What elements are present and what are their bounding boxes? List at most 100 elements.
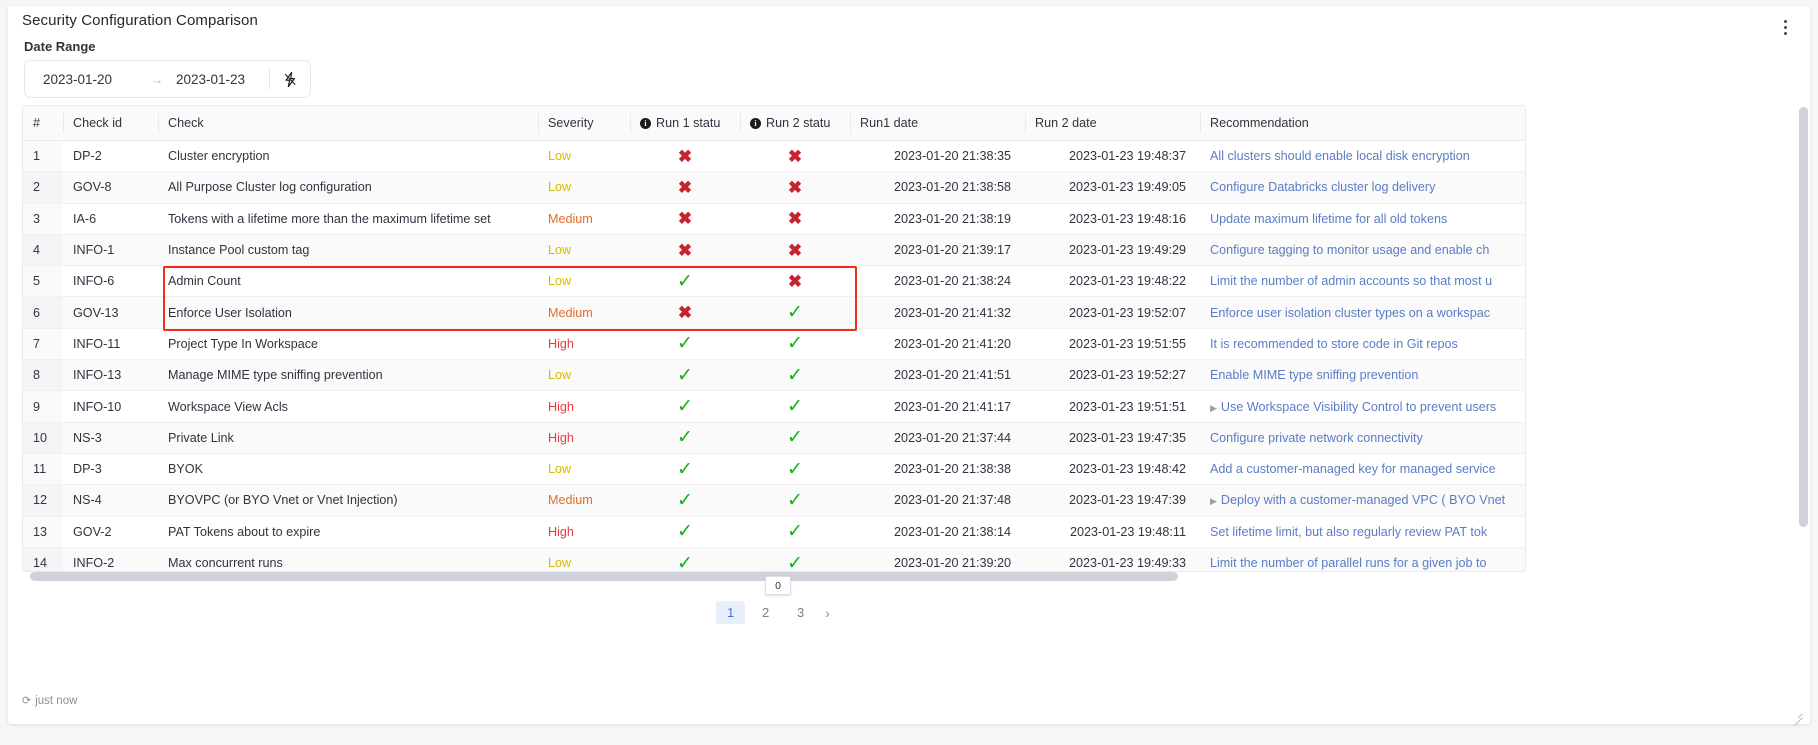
- lightning-bolt-icon[interactable]: [270, 71, 310, 87]
- check-id-cell: GOV-8: [63, 171, 158, 204]
- table-vertical-scrollbar[interactable]: [1799, 107, 1808, 567]
- recommendation-cell: Enforce user isolation cluster types on …: [1200, 296, 1525, 329]
- status-pass-icon: ✓: [787, 552, 803, 572]
- info-icon[interactable]: i: [750, 118, 761, 129]
- severity-badge: Low: [548, 556, 572, 570]
- column-header-run2-status[interactable]: i Run 2 statu: [740, 106, 850, 141]
- recommendation-link[interactable]: Enforce user isolation cluster types on …: [1210, 306, 1490, 320]
- column-header-severity[interactable]: Severity: [538, 106, 630, 141]
- severity-badge: Medium: [548, 211, 593, 226]
- severity-badge: Low: [548, 274, 572, 289]
- table-row[interactable]: 13 GOV-2 PAT Tokens about to expire High ✓ ✓ 2…: [23, 516, 1525, 548]
- run1-date-cell: 2023-01-20 21:41:32: [850, 296, 1025, 329]
- pagination-next-button[interactable]: ›: [825, 605, 830, 621]
- recommendation-link[interactable]: Limit the number of admin accounts so th…: [1210, 274, 1492, 288]
- severity-badge: High: [548, 399, 574, 414]
- recommendation-cell: ▶ Use Workspace Visibility Control to pre…: [1200, 390, 1525, 423]
- column-header-check[interactable]: Check: [158, 106, 538, 141]
- table-row[interactable]: 2 GOV-8 All Purpose Cluster log configurat…: [23, 171, 1525, 204]
- run1-date-cell: 2023-01-20 21:38:35: [850, 140, 1025, 173]
- pagination-page-2[interactable]: 2: [751, 601, 780, 624]
- check-id-cell: INFO-11: [63, 328, 158, 361]
- date-range-label: Date Range: [24, 39, 96, 54]
- date-range-end[interactable]: 2023-01-23: [176, 72, 269, 87]
- recommendation-link[interactable]: Configure private network connectivity: [1210, 431, 1423, 445]
- run1-status-cell: ✓: [630, 359, 740, 392]
- recommendation-cell: Add a customer-managed key for managed s…: [1200, 453, 1525, 486]
- table-row[interactable]: 6 GOV-13 Enforce User Isolation Medium ✖ ✓ 202…: [23, 296, 1525, 329]
- table-row[interactable]: 5 INFO-6 Admin Count Low ✓ ✖ 2023-01-20 21:38:…: [23, 265, 1525, 298]
- recommendation-link[interactable]: Update maximum lifetime for all old toke…: [1210, 212, 1447, 226]
- column-header-recommendation[interactable]: Recommendation: [1200, 106, 1525, 141]
- kebab-menu-icon[interactable]: [1776, 14, 1794, 40]
- recommendation-cell: Limit the number of parallel runs for a …: [1200, 547, 1525, 571]
- comparison-table: # Check id Check Severity i Run 1 statu i…: [23, 106, 1525, 572]
- table-row[interactable]: 11 DP-3 BYOK Low ✓ ✓ 2023-01-20 21:38:38 2023-0…: [23, 453, 1525, 486]
- table-header: # Check id Check Severity i Run 1 statu i…: [23, 106, 1525, 141]
- recommendation-link[interactable]: Enable MIME type sniffing prevention: [1210, 368, 1418, 382]
- table-row[interactable]: 7 INFO-11 Project Type In Workspace High ✓ ✓ 2…: [23, 328, 1525, 361]
- row-index-cell: 9: [23, 390, 63, 423]
- table-row[interactable]: 10 NS-3 Private Link High ✓ ✓ 2023-01-20 21:37…: [23, 422, 1525, 454]
- date-range-start[interactable]: 2023-01-20: [43, 72, 138, 87]
- row-index-cell: 10: [23, 422, 63, 454]
- pagination: 1 2 3 ›: [8, 601, 1538, 624]
- run1-date-cell: 2023-01-20 21:41:20: [850, 328, 1025, 361]
- date-range-input[interactable]: 2023-01-20 → 2023-01-23: [24, 60, 311, 98]
- run1-date-cell: 2023-01-20 21:38:58: [850, 171, 1025, 204]
- severity-badge: Medium: [548, 493, 593, 508]
- run2-status-cell: ✖: [740, 171, 850, 204]
- resize-handle-icon[interactable]: [1792, 707, 1803, 718]
- severity-badge: Medium: [548, 305, 593, 320]
- table-row[interactable]: 14 INFO-2 Max concurrent runs Low ✓ ✓ 2023-01-…: [23, 547, 1525, 572]
- scroll-position-tooltip: 0: [765, 576, 791, 595]
- severity-cell: Low: [538, 234, 630, 267]
- info-icon[interactable]: i: [640, 118, 651, 129]
- recommendation-link[interactable]: Limit the number of parallel runs for a …: [1210, 556, 1487, 570]
- scrollbar-thumb[interactable]: [1799, 107, 1808, 527]
- run1-status-cell: ✖: [630, 203, 740, 235]
- check-name-cell: Admin Count: [158, 265, 538, 298]
- run1-status-cell: ✓: [630, 516, 740, 548]
- expand-triangle-icon[interactable]: ▶: [1210, 496, 1217, 506]
- table-row[interactable]: 12 NS-4 BYOVPC (or BYO Vnet or Vnet Inject…: [23, 484, 1525, 517]
- column-header-run2-date[interactable]: Run 2 date: [1025, 106, 1200, 141]
- scrollbar-thumb[interactable]: [30, 572, 1178, 581]
- column-header-index[interactable]: #: [23, 106, 63, 141]
- comparison-table-container[interactable]: # Check id Check Severity i Run 1 statu i…: [22, 105, 1526, 572]
- page-title: Security Configuration Comparison: [22, 12, 258, 29]
- run1-date-cell: 2023-01-20 21:39:20: [850, 547, 1025, 571]
- row-index-cell: 14: [23, 547, 63, 571]
- severity-badge: High: [548, 524, 574, 539]
- table-row[interactable]: 4 INFO-1 Instance Pool custom tag Low ✖ ✖ 2023…: [23, 234, 1525, 267]
- run2-status-cell: ✓: [740, 296, 850, 329]
- table-row[interactable]: 3 IA-6 Tokens with a lifetime more than th…: [23, 203, 1525, 235]
- expand-triangle-icon[interactable]: ▶: [1210, 403, 1217, 413]
- run2-date-cell: 2023-01-23 19:47:35: [1025, 422, 1200, 454]
- check-id-cell: INFO-6: [63, 265, 158, 298]
- pagination-page-3[interactable]: 3: [786, 601, 815, 624]
- recommendation-link[interactable]: Deploy with a customer-managed VPC ( BYO…: [1221, 493, 1505, 507]
- column-header-run1-date[interactable]: Run1 date: [850, 106, 1025, 141]
- recommendation-link[interactable]: All clusters should enable local disk en…: [1210, 149, 1470, 163]
- recommendation-link[interactable]: Use Workspace Visibility Control to prev…: [1221, 400, 1496, 414]
- footer-status-text: just now: [35, 694, 78, 707]
- column-header-check-id[interactable]: Check id: [63, 106, 158, 141]
- recommendation-link[interactable]: Set lifetime limit, but also regularly r…: [1210, 525, 1487, 539]
- run2-status-cell: ✓: [740, 484, 850, 517]
- table-row[interactable]: 9 INFO-10 Workspace View Acls High ✓ ✓ 2023-01…: [23, 390, 1525, 423]
- recommendation-cell: Configure private network connectivity: [1200, 422, 1525, 454]
- status-pass-icon: ✓: [677, 489, 693, 511]
- recommendation-link[interactable]: Configure Databricks cluster log deliver…: [1210, 180, 1435, 194]
- recommendation-link[interactable]: Configure tagging to monitor usage and e…: [1210, 243, 1489, 257]
- status-pass-icon: ✓: [787, 396, 803, 418]
- severity-badge: High: [548, 430, 574, 445]
- recommendation-link[interactable]: It is recommended to store code in Git r…: [1210, 337, 1458, 351]
- check-id-cell: INFO-2: [63, 547, 158, 571]
- recommendation-link[interactable]: Add a customer-managed key for managed s…: [1210, 462, 1496, 476]
- severity-cell: Medium: [538, 296, 630, 329]
- table-row[interactable]: 8 INFO-13 Manage MIME type sniffing preven…: [23, 359, 1525, 392]
- column-header-run1-status[interactable]: i Run 1 statu: [630, 106, 740, 141]
- table-row[interactable]: 1 DP-2 Cluster encryption Low ✖ ✖ 2023-01-20 2…: [23, 140, 1525, 173]
- pagination-page-1[interactable]: 1: [716, 601, 746, 624]
